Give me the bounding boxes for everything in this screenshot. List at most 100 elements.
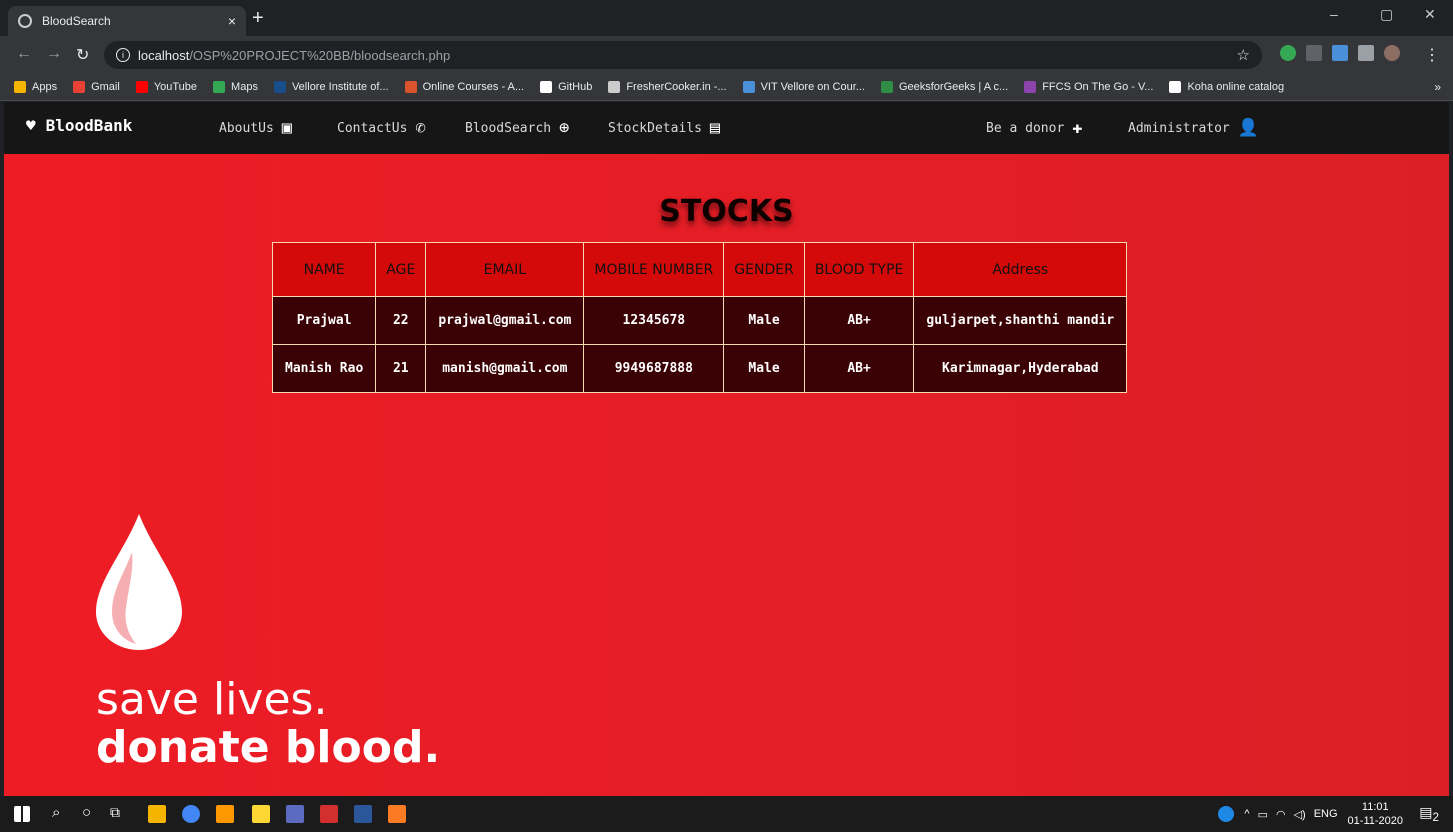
xampp-icon[interactable] <box>388 805 406 823</box>
bookmark-item[interactable]: Gmail <box>73 80 120 93</box>
bookmark-label: GitHub <box>558 80 593 93</box>
forward-icon[interactable]: → <box>46 45 62 63</box>
back-icon[interactable]: ← <box>16 45 32 63</box>
globe-icon <box>18 14 32 28</box>
brand-logo[interactable]: ♥ BloodBank <box>26 116 132 135</box>
bookmark-item[interactable]: Maps <box>213 80 258 93</box>
url-path: /OSP%20PROJECT%20BB/bloodsearch.php <box>189 47 451 63</box>
site-navbar: ♥ BloodBank AboutUs ▣ ContactUs ✆ BloodS… <box>4 102 1449 154</box>
bookmark-favicon-icon <box>135 80 148 93</box>
bookmark-item[interactable]: VIT Vellore on Cour... <box>742 80 865 93</box>
nav-about[interactable]: AboutUs ▣ <box>219 118 292 138</box>
tab-close-button[interactable]: × <box>228 13 236 29</box>
windows-start-icon[interactable] <box>14 806 30 822</box>
main-content: STOCKS NAME AGE EMAIL MOBILE NUMBER GENDER BL… <box>4 154 1449 796</box>
bookmark-favicon-icon <box>1169 80 1182 93</box>
bookmark-item[interactable]: Koha online catalog <box>1169 80 1284 93</box>
system-tray: ^ ▭ ◠ ◁) ENG 11:01 01-11-2020 <box>1218 800 1403 828</box>
nav-donor-label: Be a donor <box>986 120 1065 136</box>
table-cell: guljarpet,shanthi mandir <box>913 296 1128 345</box>
column-header: NAME <box>271 242 377 297</box>
bookmark-item[interactable]: Vellore Institute of... <box>273 80 389 93</box>
info-icon[interactable]: i <box>116 48 130 62</box>
table-cell: AB+ <box>803 296 915 345</box>
nav-donor[interactable]: Be a donor ✚ <box>986 118 1083 138</box>
table-cell: AB+ <box>803 344 915 393</box>
bookmark-favicon-icon <box>540 80 553 93</box>
bookmarks-bar: Apps Gmail YouTube Maps Vellore Institute of… <box>0 73 1453 101</box>
slogan-line2: donate blood. <box>96 722 441 773</box>
acrobat-icon[interactable] <box>320 805 338 823</box>
browser-tab[interactable]: BloodSearch × <box>8 6 246 36</box>
table-cell: 22 <box>375 296 427 345</box>
bookmark-item[interactable]: Apps <box>14 80 57 93</box>
new-tab-button[interactable]: + <box>252 8 264 28</box>
tab-title: BloodSearch <box>42 14 111 28</box>
bookmark-label: Online Courses - A... <box>422 80 525 93</box>
maximize-button[interactable]: ▢ <box>1380 6 1393 23</box>
column-header: GENDER <box>723 242 805 297</box>
bookmark-item[interactable]: GeeksforGeeks | A c... <box>880 80 1008 93</box>
column-header: EMAIL <box>425 242 585 297</box>
menu-icon[interactable]: ⋮ <box>1424 45 1440 65</box>
word-icon[interactable] <box>354 805 372 823</box>
table-row: Manish Rao 21 manish@gmail.com 9949687888 Ma… <box>271 344 1128 393</box>
bookmark-item[interactable]: YouTube <box>135 80 197 93</box>
bookmark-item[interactable]: FFCS On The Go - V... <box>1024 80 1153 93</box>
nav-admin[interactable]: Administrator 👤 <box>1128 118 1259 138</box>
react-extension-icon[interactable] <box>1332 45 1348 61</box>
bookmark-star-icon[interactable]: ☆ <box>1237 46 1250 64</box>
reload-icon[interactable]: ↻ <box>76 45 89 65</box>
chrome-icon[interactable] <box>182 805 200 823</box>
language-indicator[interactable]: ENG <box>1314 808 1338 820</box>
puzzle-icon[interactable] <box>1358 45 1374 61</box>
chevron-up-icon[interactable]: ^ <box>1244 808 1249 820</box>
bookmark-item[interactable]: Online Courses - A... <box>404 80 525 93</box>
table-cell: 21 <box>375 344 427 393</box>
bookmark-favicon-icon <box>273 80 286 93</box>
sticky-notes-icon[interactable] <box>252 805 270 823</box>
address-bar[interactable]: i localhost/OSP%20PROJECT%20BB/bloodsear… <box>104 41 1262 69</box>
teams-icon[interactable] <box>286 805 304 823</box>
table-cell: prajwal@gmail.com <box>425 296 585 345</box>
bookmark-favicon-icon <box>742 80 755 93</box>
bookmarks-more-button[interactable]: » <box>1434 80 1441 94</box>
bookmark-favicon-icon <box>14 80 26 93</box>
phone-icon: ✆ <box>415 118 426 138</box>
nav-bloodsearch[interactable]: BloodSearch ⊕ <box>465 118 569 138</box>
nav-about-label: AboutUs <box>219 120 274 136</box>
heartbeat-icon: ♥ <box>26 116 36 135</box>
nav-contact[interactable]: ContactUs ✆ <box>337 118 426 138</box>
extension-icon[interactable] <box>1306 45 1322 61</box>
column-header: AGE <box>375 242 427 297</box>
search-icon[interactable]: ⌕ <box>52 804 60 821</box>
page-title: STOCKS <box>659 194 794 229</box>
table-header-row: NAME AGE EMAIL MOBILE NUMBER GENDER BLOOD TYP… <box>271 242 1128 297</box>
clock[interactable]: 11:01 01-11-2020 <box>1348 800 1403 828</box>
bookmark-item[interactable]: GitHub <box>540 80 593 93</box>
slogan: save lives. donate blood. <box>96 676 440 772</box>
close-window-button[interactable]: ✕ <box>1424 6 1436 23</box>
bookmark-favicon-icon <box>404 80 417 93</box>
cortana-icon[interactable]: ○ <box>82 804 91 821</box>
task-view-icon[interactable]: ⧉ <box>110 804 120 821</box>
notification-icon[interactable]: ▤2 <box>1419 804 1439 824</box>
minimize-button[interactable]: – <box>1330 6 1338 22</box>
nav-admin-label: Administrator <box>1128 120 1230 136</box>
bookmark-item[interactable]: FresherCooker.in -... <box>608 80 727 93</box>
bookmark-label: Gmail <box>91 80 120 93</box>
nav-stockdetails[interactable]: StockDetails ▤ <box>608 118 720 138</box>
wifi-icon[interactable]: ◠ <box>1276 808 1286 821</box>
bookmark-label: Vellore Institute of... <box>291 80 389 93</box>
help-icon[interactable] <box>1218 806 1235 822</box>
bookmark-favicon-icon <box>880 80 893 93</box>
table-cell: Prajwal <box>271 296 377 345</box>
avatar[interactable] <box>1384 45 1400 61</box>
sublime-icon[interactable] <box>216 805 234 823</box>
nav-stockdetails-label: StockDetails <box>608 120 702 136</box>
battery-icon[interactable]: ▭ <box>1258 808 1268 821</box>
file-explorer-icon[interactable] <box>148 805 166 823</box>
browser-toolbar: ← → ↻ i localhost/OSP%20PROJECT%20BB/blo… <box>0 36 1453 73</box>
speaker-icon[interactable]: ◁) <box>1294 808 1306 821</box>
grammarly-extension-icon[interactable] <box>1280 45 1296 61</box>
